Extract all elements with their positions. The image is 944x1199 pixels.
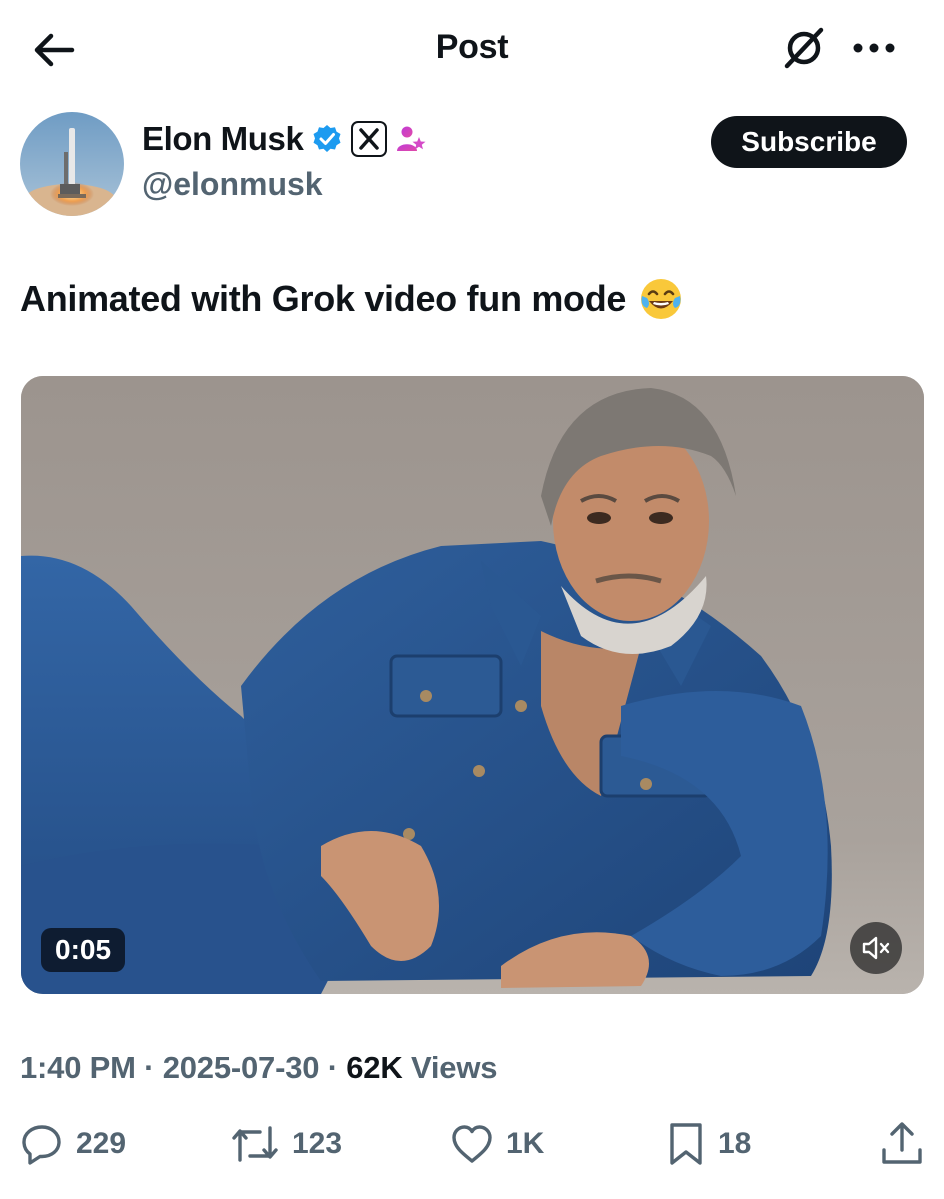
x-affiliate-badge-icon bbox=[351, 121, 388, 157]
face-with-tears-of-joy-emoji bbox=[641, 279, 682, 319]
verified-badge-icon bbox=[313, 125, 341, 152]
repost-count: 123 bbox=[292, 1127, 343, 1160]
author-handle[interactable]: @elonmusk bbox=[142, 166, 323, 203]
views-label: Views bbox=[402, 1050, 498, 1085]
post-meta-line: 1:40 PM · 2025-07-30 · 62K Views bbox=[20, 1050, 497, 1086]
heart-icon bbox=[452, 1125, 492, 1163]
bookmark-button[interactable]: 18 bbox=[666, 1114, 751, 1174]
more-horizontal-icon bbox=[853, 43, 895, 53]
reply-count: 229 bbox=[76, 1127, 127, 1160]
reply-icon bbox=[22, 1125, 61, 1165]
grok-icon bbox=[784, 27, 824, 69]
post-text-line: Animated with Grok video fun mode bbox=[20, 276, 684, 322]
meta-separator: · bbox=[319, 1050, 347, 1085]
share-icon bbox=[882, 1122, 922, 1164]
author-name-line: Elon Musk bbox=[142, 120, 427, 158]
post-date[interactable]: 2025-07-30 bbox=[163, 1050, 320, 1085]
action-bar: 229 123 1K 18 bbox=[0, 1114, 944, 1174]
subscribe-button[interactable]: Subscribe bbox=[711, 116, 907, 168]
more-options-button[interactable] bbox=[848, 26, 900, 70]
reply-button[interactable]: 229 bbox=[20, 1114, 126, 1174]
author-row: Elon Musk @elonmusk Subscribe bbox=[0, 100, 944, 230]
video-thumbnail-image bbox=[21, 376, 924, 994]
avatar[interactable] bbox=[20, 112, 124, 216]
video-player[interactable]: 0:05 bbox=[21, 376, 924, 994]
repost-icon bbox=[232, 1126, 278, 1162]
video-duration-badge: 0:05 bbox=[41, 928, 126, 972]
bookmark-icon bbox=[670, 1123, 702, 1165]
post-text: Animated with Grok video fun mode bbox=[20, 278, 627, 319]
rocket-launch-avatar-image bbox=[20, 112, 124, 216]
grok-button[interactable] bbox=[778, 22, 830, 74]
top-bar: Post bbox=[0, 0, 944, 96]
author-display-name[interactable]: Elon Musk bbox=[142, 120, 304, 158]
volume-muted-icon bbox=[862, 936, 890, 960]
like-button[interactable]: 1K bbox=[450, 1114, 544, 1174]
like-count: 1K bbox=[506, 1127, 545, 1160]
repost-button[interactable]: 123 bbox=[230, 1114, 342, 1174]
post-time[interactable]: 1:40 PM bbox=[20, 1050, 136, 1085]
share-button[interactable] bbox=[880, 1114, 924, 1174]
bookmark-count: 18 bbox=[718, 1127, 752, 1160]
mute-toggle-button[interactable] bbox=[850, 922, 902, 974]
meta-separator: · bbox=[135, 1050, 163, 1085]
subscriber-badge-icon bbox=[397, 126, 426, 151]
views-count: 62K bbox=[346, 1050, 403, 1085]
